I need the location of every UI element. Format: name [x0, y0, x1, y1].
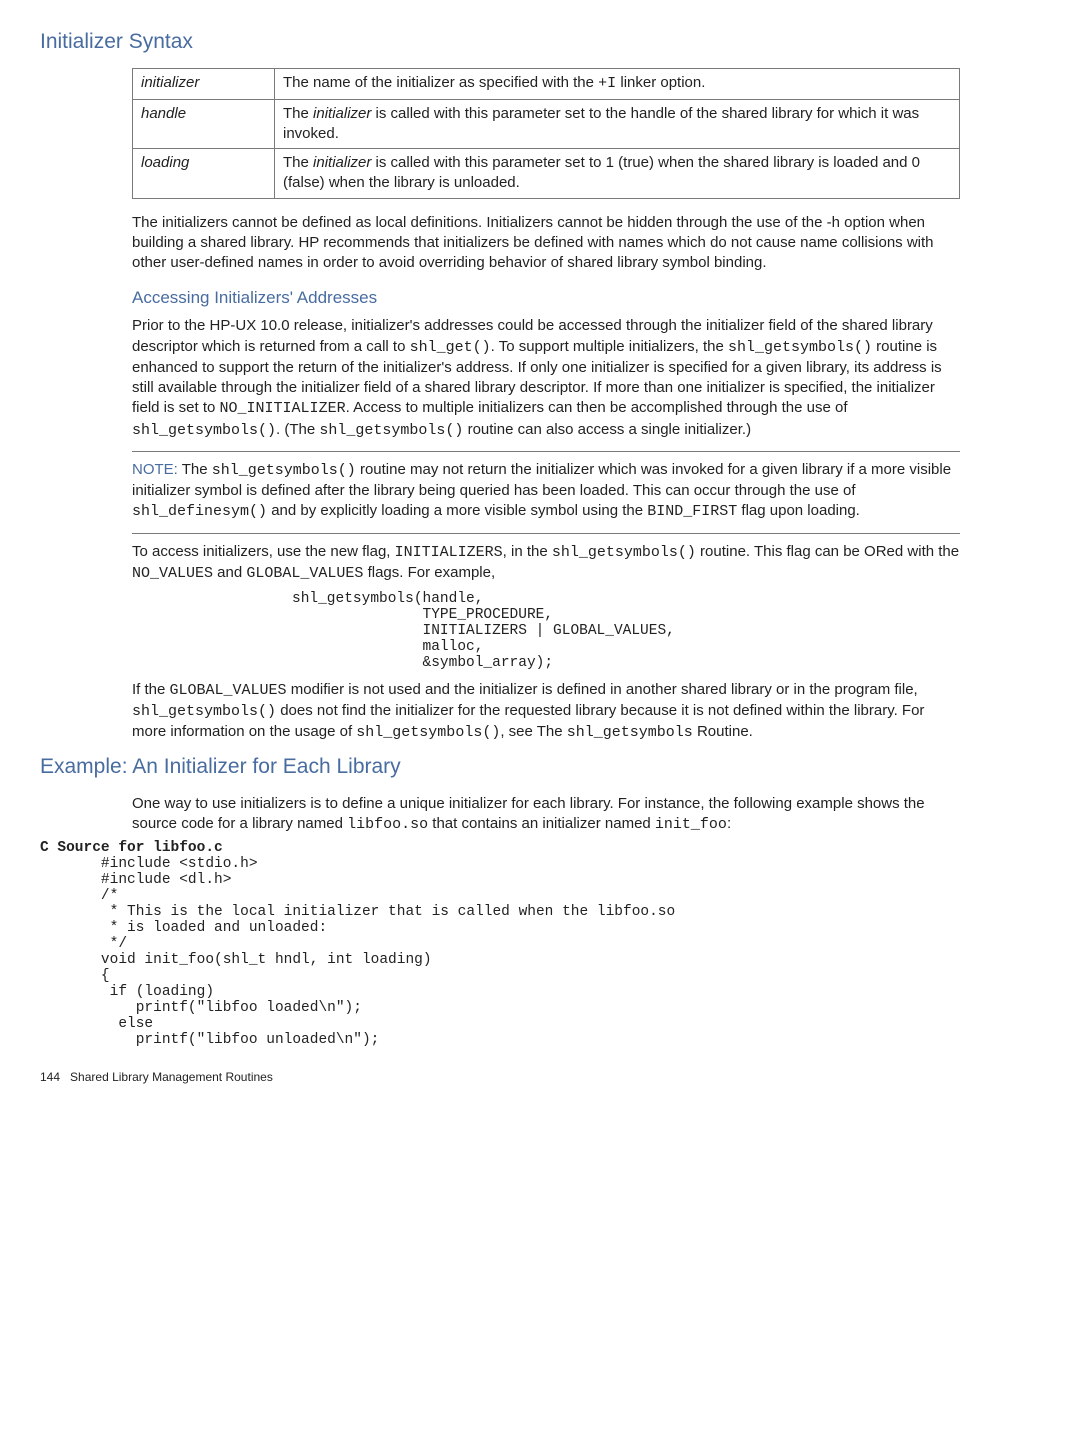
text: The: [178, 461, 212, 478]
inline-code: INITIALIZERS: [395, 544, 503, 561]
text: The name of the initializer as specified…: [283, 74, 598, 91]
text: and by explicitly loading a more visible…: [267, 502, 647, 519]
divider: [132, 533, 960, 534]
note-label: NOTE:: [132, 461, 178, 478]
text: routine. This flag can be ORed with the: [696, 543, 959, 560]
text: routine can also access a single initial…: [463, 421, 751, 438]
table-row: initializer The name of the initializer …: [133, 69, 960, 99]
text: and: [213, 564, 246, 581]
text: , see The: [500, 723, 566, 740]
inline-code: shl_getsymbols(): [728, 339, 872, 356]
param-desc: The name of the initializer as specified…: [275, 69, 960, 99]
syntax-table: initializer The name of the initializer …: [132, 68, 960, 198]
section-heading: Example: An Initializer for Each Library: [40, 753, 960, 781]
inline-code: NO_INITIALIZER: [220, 400, 346, 417]
text: that contains an initializer named: [428, 815, 655, 832]
text: . To support multiple initializers, the: [491, 338, 728, 355]
inline-code: +I: [598, 75, 616, 92]
text: linker option.: [616, 74, 705, 91]
text: . Access to multiple initializers can th…: [346, 399, 848, 416]
text: . (The: [276, 421, 319, 438]
text: The: [283, 105, 313, 122]
note-paragraph: NOTE: The shl_getsymbols() routine may n…: [132, 460, 960, 523]
code-heading: C Source for libfoo.c: [40, 840, 223, 856]
param-name: handle: [133, 99, 275, 149]
inline-code: GLOBAL_VALUES: [170, 682, 287, 699]
text: is called with this parameter set to the…: [283, 105, 919, 142]
inline-code: shl_getsymbols(): [552, 544, 696, 561]
page-footer: 144 Shared Library Management Routines: [40, 1069, 960, 1085]
inline-code: shl_definesym(): [132, 503, 267, 520]
text: Routine.: [693, 723, 753, 740]
inline-code: shl_getsymbols(): [132, 422, 276, 439]
paragraph: If the GLOBAL_VALUES modifier is not use…: [132, 680, 960, 744]
inline-code: BIND_FIRST: [647, 503, 737, 520]
inline-code: shl_getsymbols(): [132, 703, 276, 720]
chapter-title: Shared Library Management Routines: [70, 1070, 273, 1084]
paragraph: To access initializers, use the new flag…: [132, 542, 960, 585]
paragraph: The initializers cannot be defined as lo…: [132, 213, 960, 274]
inline-code: libfoo.so: [347, 816, 428, 833]
text: To access initializers, use the new flag…: [132, 543, 395, 560]
param-desc: The initializer is called with this para…: [275, 99, 960, 149]
text: flags. For example,: [363, 564, 495, 581]
text: flag upon loading.: [737, 502, 860, 519]
code-body: #include <stdio.h> #include <dl.h> /* * …: [40, 856, 675, 1047]
code-listing: C Source for libfoo.c #include <stdio.h>…: [40, 841, 960, 1048]
table-row: loading The initializer is called with t…: [133, 149, 960, 199]
param-name: initializer: [133, 69, 275, 99]
param-name: loading: [133, 149, 275, 199]
emphasis: initializer: [313, 105, 371, 122]
inline-code: GLOBAL_VALUES: [246, 565, 363, 582]
code-block: shl_getsymbols(handle, TYPE_PROCEDURE, I…: [292, 592, 960, 672]
inline-code: NO_VALUES: [132, 565, 213, 582]
inline-code: shl_getsymbols(): [212, 462, 356, 479]
inline-code: shl_getsymbols(): [356, 724, 500, 741]
paragraph: Prior to the HP-UX 10.0 release, initial…: [132, 316, 960, 441]
inline-code: shl_get(): [410, 339, 491, 356]
text: The: [283, 154, 313, 171]
emphasis: initializer: [313, 154, 371, 171]
text: :: [727, 815, 731, 832]
section-heading: Initializer Syntax: [40, 28, 960, 56]
text: If the: [132, 681, 170, 698]
text: , in the: [503, 543, 552, 560]
text: modifier is not used and the initializer…: [287, 681, 918, 698]
param-desc: The initializer is called with this para…: [275, 149, 960, 199]
divider: [132, 451, 960, 452]
inline-code: init_foo: [655, 816, 727, 833]
page-number: 144: [40, 1070, 60, 1084]
inline-code: shl_getsymbols: [567, 724, 693, 741]
text: is called with this parameter set to 1 (…: [283, 154, 920, 191]
inline-code: shl_getsymbols(): [319, 422, 463, 439]
table-row: handle The initializer is called with th…: [133, 99, 960, 149]
subsection-heading: Accessing Initializers' Addresses: [132, 287, 960, 310]
paragraph: One way to use initializers is to define…: [132, 794, 960, 836]
